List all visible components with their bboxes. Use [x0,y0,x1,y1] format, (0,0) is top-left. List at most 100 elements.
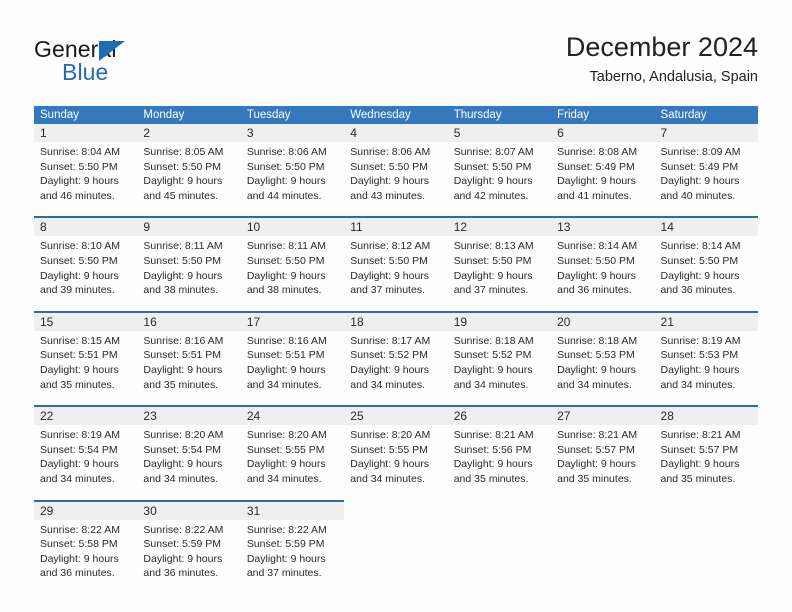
daylight-line-2: and 34 minutes. [350,378,425,391]
day-number[interactable]: 24 [240,405,345,426]
day-cell: Sunrise: 8:12 AM Sunset: 5:50 PM Dayligh… [344,236,448,312]
sunset-text: Sunset: 5:51 PM [143,349,222,362]
day-number[interactable]: 20 [551,310,655,331]
day-cell: Sunrise: 8:07 AM Sunset: 5:50 PM Dayligh… [447,142,552,218]
day-number[interactable]: 14 [654,216,758,237]
day-number[interactable]: 2 [137,124,241,142]
day-number[interactable]: 29 [34,499,138,520]
daylight-line-2: and 35 minutes. [660,472,736,485]
day-number[interactable]: 5 [447,124,552,142]
daylight-line-1: Daylight: 9 hours [660,363,740,376]
day-number[interactable]: 16 [137,310,241,331]
weekday-header-thursday: Thursday [447,106,552,124]
day-number[interactable]: 13 [551,216,655,237]
day-number[interactable]: 22 [34,405,138,426]
daylight-line-1: Daylight: 9 hours [40,175,119,188]
daylight-line-2: and 35 minutes. [40,378,115,391]
day-cell: Sunrise: 8:17 AM Sunset: 5:52 PM Dayligh… [344,330,448,407]
logo-word-blue: Blue [62,59,109,85]
day-cell-empty [447,519,552,594]
daylight-line-2: and 35 minutes. [453,472,529,485]
daylight-line-1: Daylight: 9 hours [660,175,740,188]
sunrise-text: Sunrise: 8:22 AM [143,523,224,536]
daylight-line-2: and 37 minutes. [453,284,529,297]
daylight-line-2: and 43 minutes. [350,189,425,202]
location-subtitle: Taberno, Andalusia, Spain [589,69,759,85]
day-cell: Sunrise: 8:20 AM Sunset: 5:55 PM Dayligh… [344,425,448,501]
sunset-text: Sunset: 5:52 PM [350,349,428,362]
sunset-text: Sunset: 5:50 PM [143,160,222,173]
daylight-line-1: Daylight: 9 hours [40,363,119,376]
day-number[interactable]: 3 [240,124,345,142]
sunrise-text: Sunrise: 8:13 AM [453,240,534,253]
daylight-line-2: and 34 minutes. [40,472,115,485]
daylight-line-2: and 37 minutes. [350,284,425,297]
day-number[interactable]: 15 [34,310,138,331]
day-number[interactable]: 11 [344,216,448,237]
sunset-text: Sunset: 5:59 PM [143,538,222,551]
day-number[interactable]: 6 [551,124,655,142]
daylight-line-1: Daylight: 9 hours [557,458,636,471]
day-number[interactable]: 19 [447,310,552,331]
week-4-info-row: Sunrise: 8:19 AM Sunset: 5:54 PM Dayligh… [34,425,758,501]
day-cell: Sunrise: 8:21 AM Sunset: 5:57 PM Dayligh… [654,425,758,501]
day-cell: Sunrise: 8:05 AM Sunset: 5:50 PM Dayligh… [137,142,241,218]
sunset-text: Sunset: 5:55 PM [350,443,428,456]
day-number[interactable]: 17 [240,310,345,331]
day-number[interactable]: 30 [137,499,241,520]
sunset-text: Sunset: 5:52 PM [453,349,532,362]
sunrise-text: Sunrise: 8:20 AM [246,429,327,442]
sunrise-text: Sunrise: 8:07 AM [453,146,534,158]
sunset-text: Sunset: 5:53 PM [557,349,635,362]
sunrise-text: Sunrise: 8:18 AM [557,334,638,347]
day-number[interactable]: 10 [240,216,345,237]
page-header: General Blue December 2024 Taberno, Anda… [34,30,758,96]
daylight-line-1: Daylight: 9 hours [40,269,119,282]
daylight-line-2: and 34 minutes. [246,472,322,485]
day-number[interactable]: 8 [34,216,138,237]
sunset-text: Sunset: 5:50 PM [143,254,222,267]
day-number[interactable]: 1 [34,124,138,142]
daylight-line-1: Daylight: 9 hours [660,269,740,282]
day-number-empty [447,500,552,520]
day-number[interactable]: 12 [447,216,552,237]
sunrise-text: Sunrise: 8:14 AM [660,240,741,253]
day-cell: Sunrise: 8:14 AM Sunset: 5:50 PM Dayligh… [654,236,758,312]
week-5-daynum-row: 29 30 31 [34,499,758,520]
day-number[interactable]: 7 [654,124,758,142]
sunset-text: Sunset: 5:50 PM [453,254,532,267]
day-number[interactable]: 9 [137,216,241,237]
day-cell: Sunrise: 8:21 AM Sunset: 5:57 PM Dayligh… [551,425,655,501]
day-number[interactable]: 23 [137,405,241,426]
sunrise-text: Sunrise: 8:16 AM [246,334,327,347]
day-number-empty [551,500,655,520]
day-cell: Sunrise: 8:06 AM Sunset: 5:50 PM Dayligh… [240,142,345,218]
day-number-empty [654,500,758,520]
page-title: December 2024 [565,32,758,62]
day-number[interactable]: 25 [344,405,448,426]
week-5-info-row: Sunrise: 8:22 AM Sunset: 5:58 PM Dayligh… [34,519,758,594]
daylight-line-2: and 40 minutes. [660,189,736,202]
day-number[interactable]: 18 [344,310,448,331]
sunset-text: Sunset: 5:55 PM [246,443,325,456]
day-cell: Sunrise: 8:22 AM Sunset: 5:59 PM Dayligh… [240,519,345,594]
day-number[interactable]: 26 [447,405,552,426]
sunrise-text: Sunrise: 8:10 AM [40,240,120,253]
triangle-icon [99,41,125,61]
day-number[interactable]: 4 [344,124,448,142]
daylight-line-2: and 34 minutes. [143,472,219,485]
day-number[interactable]: 28 [654,405,758,426]
sunset-text: Sunset: 5:58 PM [40,538,118,551]
daylight-line-1: Daylight: 9 hours [350,175,430,188]
sunrise-text: Sunrise: 8:21 AM [453,429,534,442]
day-number[interactable]: 31 [240,499,345,520]
day-number[interactable]: 27 [551,405,655,426]
sunrise-text: Sunrise: 8:22 AM [40,523,120,536]
sunrise-text: Sunrise: 8:06 AM [246,146,327,158]
day-cell: Sunrise: 8:04 AM Sunset: 5:50 PM Dayligh… [34,142,138,218]
sunrise-sunset-calendar: Sunday Monday Tuesday Wednesday Thursday… [34,106,758,594]
title-block: December 2024 Taberno, Andalusia, Spain [238,30,758,87]
calendar-page: General Blue December 2024 Taberno, Anda… [0,0,792,612]
day-cell-empty [344,519,448,594]
day-number[interactable]: 21 [654,310,758,331]
